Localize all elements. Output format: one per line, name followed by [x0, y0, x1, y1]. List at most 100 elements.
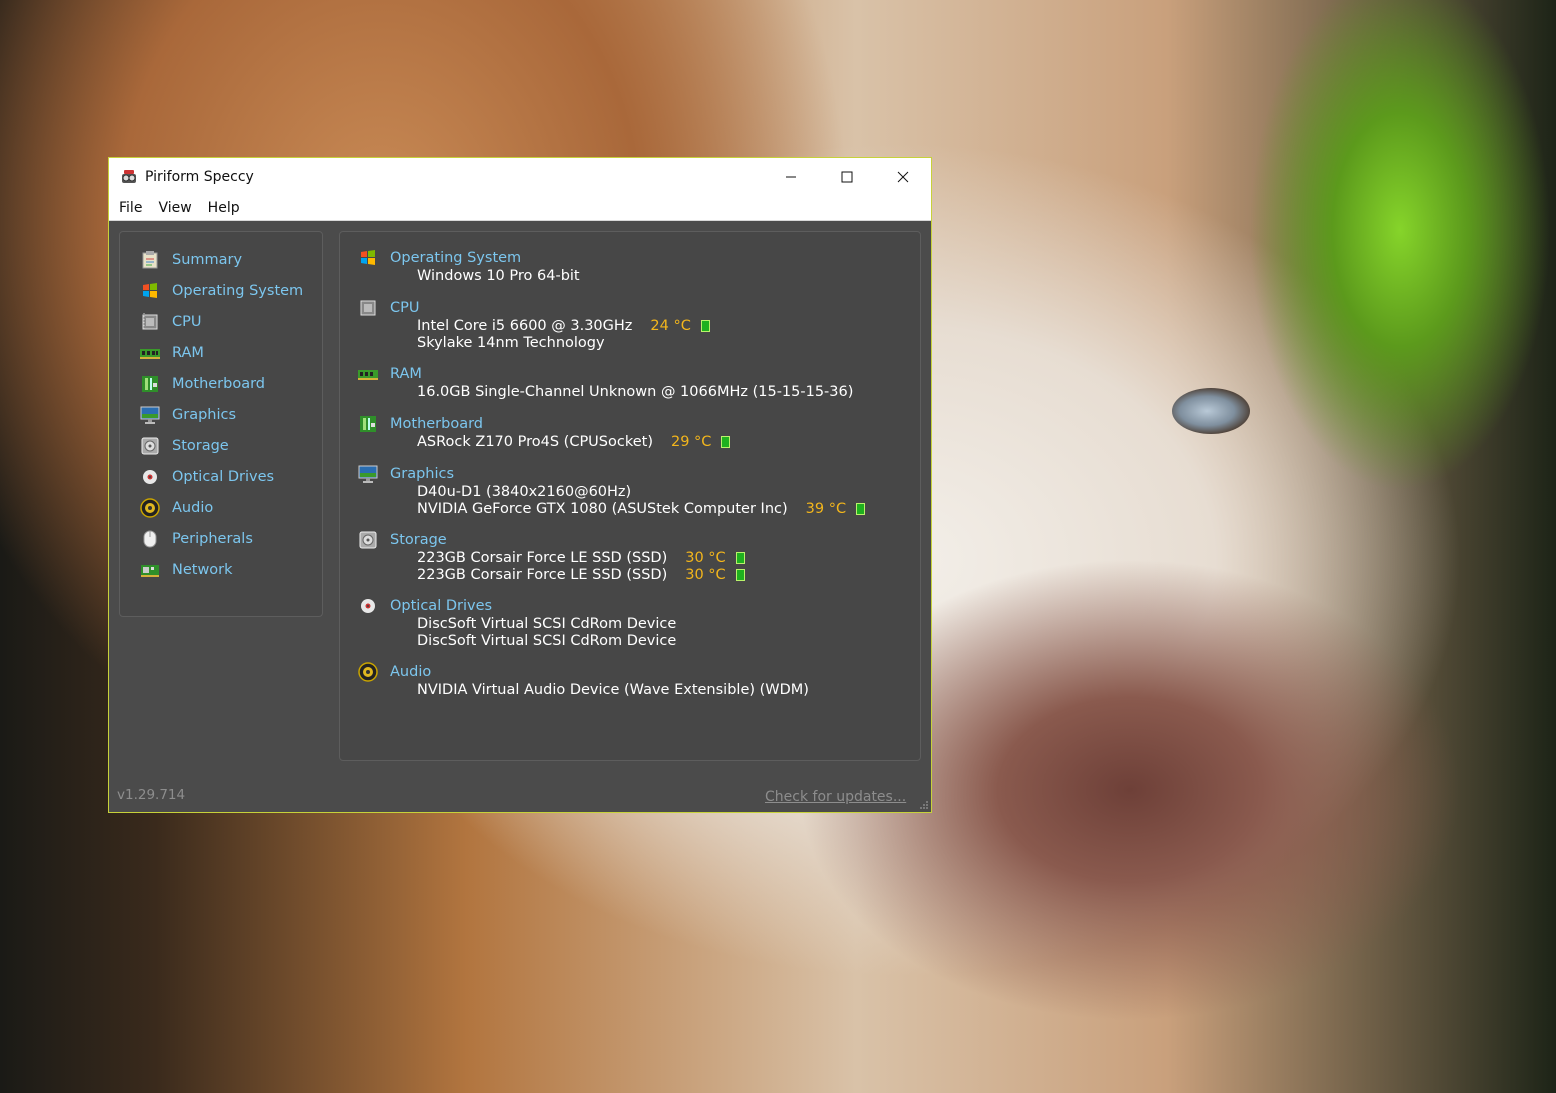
section-title[interactable]: Optical Drives [390, 598, 492, 614]
section-cpu: CPU Intel Core i5 6600 @ 3.30GHz 24 °C S… [358, 298, 710, 351]
cpu-technology: Skylake 14nm Technology [417, 334, 605, 351]
gpu-temperature: 39 °C [805, 500, 847, 517]
resize-grip-icon[interactable] [919, 800, 929, 810]
display-model: D40u-D1 (3840x2160@60Hz) [417, 484, 632, 500]
wallpaper-dog-eye [1172, 388, 1250, 434]
sidebar-item-label: CPU [172, 314, 202, 330]
sidebar-item-summary[interactable]: Summary [140, 248, 242, 272]
monitor-icon [140, 405, 160, 425]
close-icon [897, 171, 909, 183]
section-title[interactable]: RAM [390, 366, 422, 382]
minimize-icon [786, 176, 796, 178]
storage-temperature: 30 °C [685, 550, 726, 566]
speccy-window[interactable]: Piriform Speccy File View Help Summary O… [108, 157, 932, 813]
menu-help[interactable]: Help [204, 200, 248, 216]
temperature-indicator-icon [856, 502, 866, 515]
client-area: Summary Operating System CPU RAM Motherb… [109, 221, 931, 812]
temperature-indicator-icon [735, 552, 745, 565]
sidebar-item-network[interactable]: Network [140, 558, 233, 582]
cpu-chip-icon [358, 298, 378, 318]
ram-details: 16.0GB Single-Channel Unknown @ 1066MHz … [417, 384, 854, 400]
motherboard-icon [140, 374, 160, 394]
sidebar-item-audio[interactable]: Audio [140, 496, 213, 520]
maximize-button[interactable] [819, 158, 875, 196]
summary-icon [140, 250, 160, 270]
sidebar-item-optical-drives[interactable]: Optical Drives [140, 465, 274, 489]
sidebar-item-label: Audio [172, 500, 214, 516]
sidebar-item-label: Peripherals [172, 531, 253, 547]
speaker-icon [358, 662, 378, 682]
hard-drive-icon [358, 530, 378, 550]
section-optical-drives: Optical Drives DiscSoft Virtual SCSI CdR… [358, 596, 676, 649]
section-title[interactable]: CPU [390, 300, 419, 316]
monitor-icon [358, 464, 378, 484]
disc-icon [358, 596, 378, 616]
speccy-icon [119, 167, 139, 187]
motherboard-temperature: 29 °C [671, 434, 712, 450]
cpu-chip-icon [140, 312, 160, 332]
audio-device: NVIDIA Virtual Audio Device (Wave Extens… [417, 682, 809, 698]
ram-icon [140, 343, 160, 363]
sidebar-item-motherboard[interactable]: Motherboard [140, 372, 265, 396]
speaker-icon [140, 498, 160, 518]
section-operating-system: Operating System Windows 10 Pro 64-bit [358, 248, 580, 285]
temperature-indicator-icon [700, 320, 710, 333]
sidebar-item-label: Summary [172, 252, 243, 268]
sidebar-item-label: Operating System [172, 283, 304, 299]
hard-drive-icon [140, 436, 160, 456]
sidebar-item-label: Storage [172, 438, 229, 454]
sidebar-item-ram[interactable]: RAM [140, 341, 204, 365]
sidebar-item-storage[interactable]: Storage [140, 434, 229, 458]
window-title: Piriform Speccy [145, 169, 254, 185]
temperature-indicator-icon [735, 568, 745, 581]
optical-drive: DiscSoft Virtual SCSI CdRom Device [417, 632, 677, 649]
section-graphics: Graphics D40u-D1 (3840x2160@60Hz) NVIDIA… [358, 464, 866, 517]
sidebar: Summary Operating System CPU RAM Motherb… [119, 231, 323, 617]
close-button[interactable] [875, 158, 931, 196]
sidebar-item-peripherals[interactable]: Peripherals [140, 527, 253, 551]
menu-bar: File View Help [109, 196, 931, 221]
temperature-indicator-icon [721, 436, 731, 449]
motherboard-icon [358, 414, 378, 434]
cpu-model: Intel Core i5 6600 @ 3.30GHz [417, 318, 633, 334]
title-bar[interactable]: Piriform Speccy [109, 158, 931, 196]
gpu-model: NVIDIA GeForce GTX 1080 (ASUStek Compute… [417, 500, 788, 517]
motherboard-model: ASRock Z170 Pro4S (CPUSocket) [417, 434, 653, 450]
network-card-icon [140, 560, 160, 580]
section-storage: Storage 223GB Corsair Force LE SSD (SSD)… [358, 530, 745, 583]
section-audio: Audio NVIDIA Virtual Audio Device (Wave … [358, 662, 809, 699]
version-label: v1.29.714 [117, 787, 186, 803]
minimize-button[interactable] [763, 158, 819, 196]
section-title[interactable]: Operating System [390, 250, 521, 266]
sidebar-item-cpu[interactable]: CPU [140, 310, 201, 334]
cpu-temperature: 24 °C [650, 318, 691, 334]
disc-icon [140, 467, 160, 487]
os-name: Windows 10 Pro 64-bit [417, 268, 580, 284]
ram-icon [358, 364, 378, 384]
storage-drive: 223GB Corsair Force LE SSD (SSD) [417, 566, 668, 583]
section-title[interactable]: Graphics [390, 466, 454, 482]
windows-logo-icon [140, 281, 160, 301]
section-title[interactable]: Motherboard [390, 416, 483, 432]
storage-temperature: 30 °C [685, 566, 726, 583]
section-title[interactable]: Audio [390, 664, 431, 680]
sidebar-item-label: Optical Drives [172, 469, 275, 485]
menu-view[interactable]: View [154, 200, 199, 216]
windows-logo-icon [358, 248, 378, 268]
optical-drive: DiscSoft Virtual SCSI CdRom Device [417, 616, 677, 632]
sidebar-item-label: Motherboard [172, 376, 266, 392]
sidebar-item-graphics[interactable]: Graphics [140, 403, 236, 427]
section-motherboard: Motherboard ASRock Z170 Pro4S (CPUSocket… [358, 414, 731, 451]
maximize-icon [841, 171, 853, 183]
sidebar-item-operating-system[interactable]: Operating System [140, 279, 303, 303]
sidebar-item-label: Graphics [172, 407, 237, 423]
section-ram: RAM 16.0GB Single-Channel Unknown @ 1066… [358, 364, 853, 401]
summary-panel: Operating System Windows 10 Pro 64-bit C… [339, 231, 921, 761]
storage-drive: 223GB Corsair Force LE SSD (SSD) [417, 550, 668, 566]
section-title[interactable]: Storage [390, 532, 447, 548]
sidebar-item-label: Network [172, 562, 233, 578]
mouse-icon [140, 529, 160, 549]
check-for-updates-link[interactable]: Check for updates... [765, 789, 906, 805]
menu-file[interactable]: File [115, 200, 150, 216]
sidebar-item-label: RAM [172, 345, 204, 361]
